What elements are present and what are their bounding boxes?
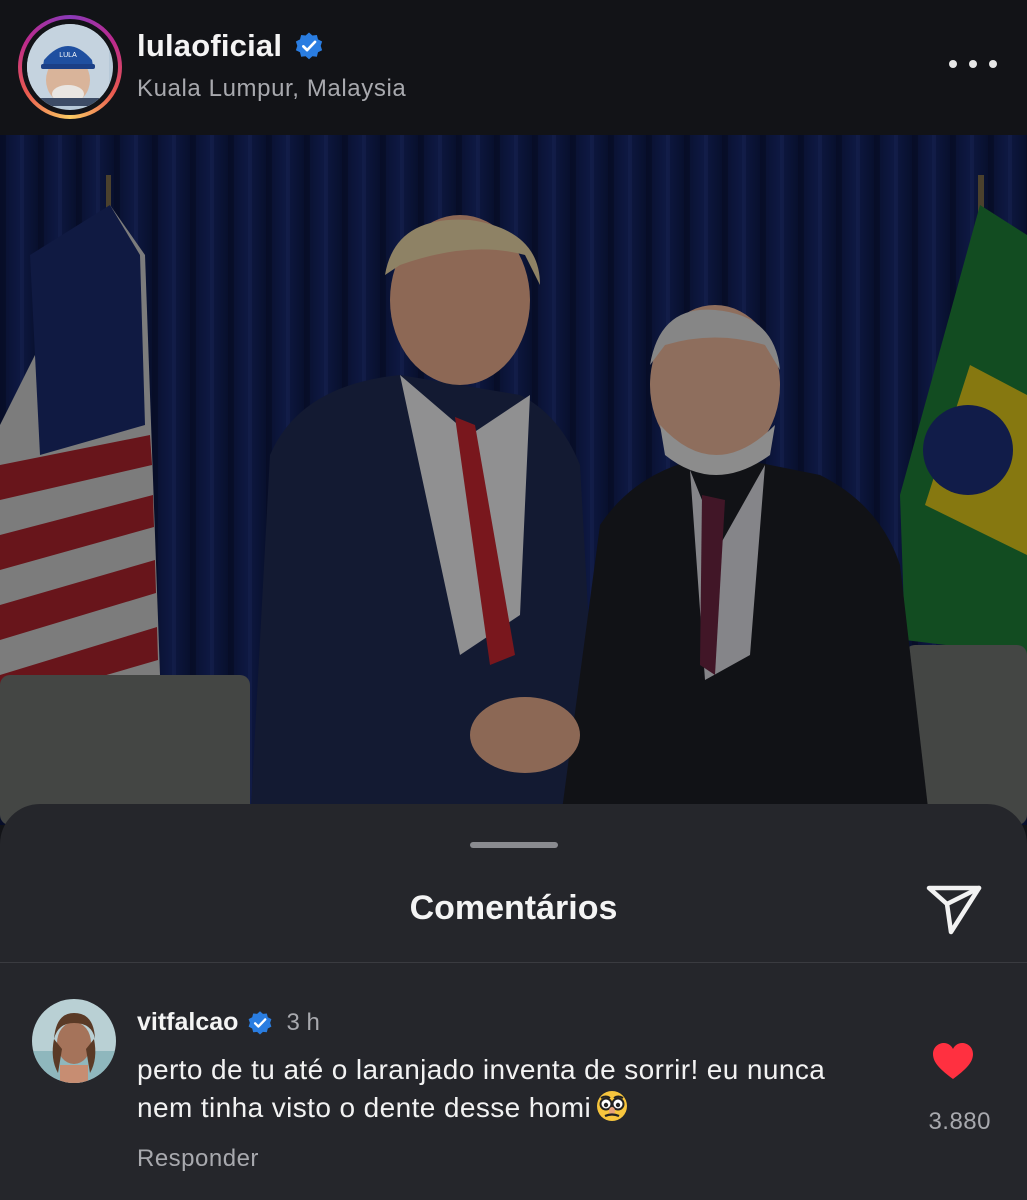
post-header: LULA lulaoficial Kuala Lumpur, Malaysia <box>0 0 1027 135</box>
profile-avatar[interactable]: LULA <box>18 15 122 119</box>
verified-badge-icon <box>249 1010 272 1034</box>
comment-item: vitfalcao 3 h perto de tu até o laranjad… <box>0 963 1027 1200</box>
post-username[interactable]: lulaoficial <box>137 28 282 64</box>
more-options-button[interactable] <box>949 50 997 78</box>
share-icon[interactable] <box>921 874 987 940</box>
svg-text:LULA: LULA <box>59 52 77 59</box>
post-location[interactable]: Kuala Lumpur, Malaysia <box>137 75 406 103</box>
commenter-avatar[interactable] <box>32 999 116 1083</box>
more-dot-icon <box>989 60 997 68</box>
commenter-username[interactable]: vitfalcao <box>137 1008 238 1037</box>
like-count: 3.880 <box>928 1108 991 1135</box>
profile-photo: LULA <box>27 24 113 110</box>
heart-icon[interactable] <box>931 1041 975 1081</box>
post-photo[interactable] <box>0 135 1027 825</box>
more-dot-icon <box>969 60 977 68</box>
comment-body: perto de tu até o laranjado inventa de s… <box>137 1051 857 1127</box>
comment-timestamp: 3 h <box>286 1008 320 1036</box>
more-dot-icon <box>949 60 957 68</box>
reply-button[interactable]: Responder <box>137 1145 259 1173</box>
verified-badge-icon <box>296 32 323 60</box>
disguised-face-emoji-icon <box>597 1091 628 1121</box>
sheet-grabber[interactable] <box>470 842 558 848</box>
comment-text: perto de tu até o laranjado inventa de s… <box>137 1054 826 1123</box>
comments-sheet: Comentários vitfalcao 3 h perto de tu at… <box>0 804 1027 1200</box>
sheet-title: Comentários <box>409 889 618 927</box>
